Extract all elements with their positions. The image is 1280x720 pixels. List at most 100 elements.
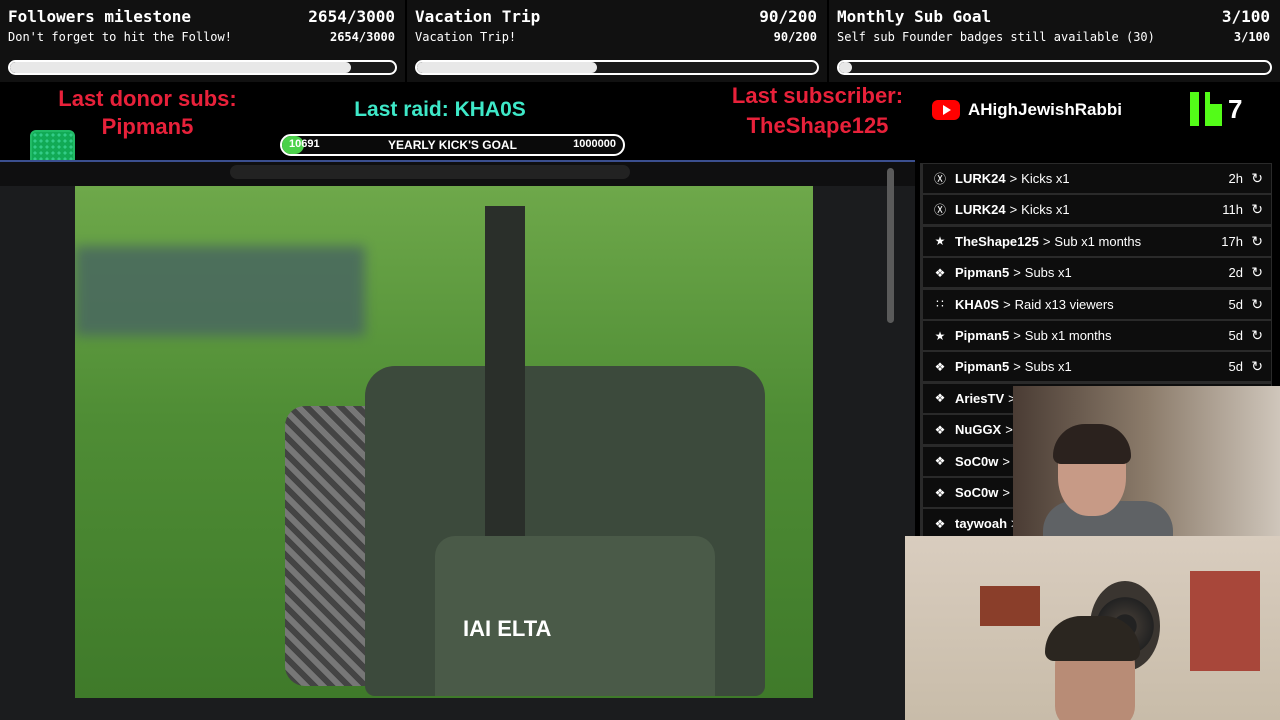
replay-icon[interactable]: ↻ — [1251, 233, 1263, 250]
star-icon: ★ — [934, 234, 946, 249]
youtube-icon — [932, 100, 960, 120]
event-separator: > — [1003, 296, 1011, 312]
goal-sub-count: 90/200 — [773, 30, 817, 44]
gift-icon: ❖ — [934, 359, 946, 374]
event-user: AriesTV — [955, 390, 1005, 406]
goal-progress-track — [837, 60, 1272, 75]
event-row: ❖ Pipman5 > Subs x1 5d ↻ — [923, 352, 1271, 382]
kick-counter: 7 — [1190, 92, 1242, 126]
event-row: ∷ KHA0S > Raid x13 viewers 5d ↻ — [923, 289, 1271, 319]
kick-count: 7 — [1228, 93, 1243, 124]
vacation-goal-widget: Vacation Trip 90/200 Vacation Trip! 90/2… — [407, 0, 827, 82]
goal-progress-track — [8, 60, 397, 75]
gift-icon: ❖ — [934, 516, 946, 531]
goal-progress-fill — [839, 62, 852, 73]
browser-scrollbar[interactable] — [887, 168, 894, 323]
person-hair — [1045, 616, 1140, 661]
gift-icon: ❖ — [934, 454, 946, 469]
event-user: Pipman5 — [955, 328, 1010, 343]
kick-logo-icon — [1190, 92, 1222, 126]
youtube-channel: AHighJewishRabbi — [932, 100, 1122, 120]
event-separator: > — [1042, 233, 1051, 249]
video-player[interactable]: IAI ELTA — [75, 186, 813, 698]
yearly-goal-bar: 10691 YEARLY KICK'S GOAL 1000000 — [280, 134, 625, 156]
event-row: ★ TheShape125 > Sub x1 months 17h ↻ — [923, 226, 1271, 256]
event-action: Raid x13 viewers — [1014, 296, 1114, 312]
goal-progress-track — [415, 60, 819, 75]
goal-title: Vacation Trip — [415, 7, 541, 26]
event-separator: > — [1009, 171, 1018, 186]
event-user: Pipman5 — [955, 265, 1010, 281]
event-user: TheShape125 — [955, 233, 1039, 249]
event-separator: > — [1013, 265, 1021, 281]
last-raid: Last raid: KHA0S — [354, 98, 526, 121]
goal-progress-fill — [10, 62, 351, 73]
gift-icon: ❖ — [934, 422, 946, 437]
replay-icon[interactable]: ↻ — [1251, 264, 1263, 281]
yearly-goal-label: YEARLY KICK'S GOAL — [388, 138, 517, 152]
followers-goal-widget: Followers milestone 2654/3000 Don't forg… — [0, 0, 405, 82]
event-row: ★ Pipman5 > Sub x1 months 5d ↻ — [923, 321, 1271, 350]
event-time: 17h — [1221, 233, 1243, 249]
goal-count: 3/100 — [1221, 7, 1270, 26]
goal-subtitle: Vacation Trip! — [415, 30, 517, 44]
raid-icon: ∷ — [936, 297, 944, 312]
address-bar[interactable] — [230, 165, 630, 179]
event-action: Kicks x1 — [1021, 202, 1070, 218]
youtube-channel-name: AHighJewishRabbi — [968, 100, 1122, 119]
event-separator: > — [1009, 202, 1018, 218]
event-separator: > — [1013, 328, 1021, 343]
event-user: NuGGX — [955, 422, 1002, 438]
goal-count: 2654/3000 — [308, 7, 395, 26]
replay-icon[interactable]: ↻ — [1251, 358, 1263, 375]
gift-icon: ❖ — [934, 265, 946, 280]
yearly-goal-max: 1000000 — [573, 138, 616, 150]
event-action: Subs x1 — [1024, 359, 1072, 375]
kick-icon: Ⓧ — [933, 172, 946, 186]
last-subscriber-name: TheShape125 — [746, 113, 889, 138]
event-separator: > — [1002, 453, 1010, 469]
gift-icon: ❖ — [934, 485, 946, 500]
goal-subtitle: Don't forget to hit the Follow! — [8, 30, 232, 44]
goal-title: Followers milestone — [8, 7, 192, 26]
replay-icon[interactable]: ↻ — [1251, 327, 1263, 344]
event-row: Ⓧ LURK24 > Kicks x1 11h ↻ — [923, 195, 1271, 225]
event-separator: > — [1002, 485, 1010, 500]
event-time: 2h — [1228, 171, 1243, 186]
event-action: Subs x1 — [1024, 265, 1072, 281]
goal-sub-count: 2654/3000 — [329, 30, 395, 44]
last-subscriber-label: Last subscriber: — [731, 83, 904, 108]
event-user: SoC0w — [955, 485, 999, 500]
last-donor-label: Last donor subs: — [58, 86, 237, 111]
wall-poster — [980, 586, 1040, 626]
browser-toolbar — [0, 162, 915, 186]
gift-icon: ❖ — [934, 391, 946, 406]
wall-poster — [1190, 571, 1260, 671]
webcam-bottom — [905, 536, 1280, 720]
replay-icon[interactable]: ↻ — [1251, 170, 1263, 187]
event-time: 5d — [1228, 328, 1243, 343]
star-icon: ★ — [934, 328, 946, 343]
event-action: Sub x1 months — [1024, 328, 1112, 343]
goal-count: 90/200 — [759, 7, 817, 26]
event-time: 2d — [1228, 265, 1243, 281]
sub-goal-widget: Monthly Sub Goal 3/100 Self sub Founder … — [829, 0, 1280, 82]
event-action: Sub x1 months — [1054, 233, 1142, 249]
replay-icon[interactable]: ↻ — [1251, 296, 1263, 313]
event-row: ❖ Pipman5 > Subs x1 2d ↻ — [923, 258, 1271, 288]
event-user: Pipman5 — [955, 359, 1010, 375]
goal-title: Monthly Sub Goal — [837, 7, 992, 26]
robot-mast — [485, 206, 525, 536]
event-separator: > — [1005, 422, 1013, 438]
event-user: taywoah — [955, 516, 1008, 532]
event-user: LURK24 — [955, 202, 1006, 218]
webcam-top — [1013, 386, 1280, 536]
blurred-overlay — [75, 246, 365, 336]
event-separator: > — [1013, 359, 1021, 375]
kick-icon: Ⓧ — [933, 203, 946, 218]
replay-icon[interactable]: ↻ — [1251, 201, 1263, 218]
vehicle-brand-logo: IAI ELTA — [463, 616, 552, 641]
goal-progress-fill — [417, 62, 597, 73]
goal-sub-count: 3/100 — [1233, 30, 1270, 44]
event-time: 5d — [1228, 296, 1243, 312]
